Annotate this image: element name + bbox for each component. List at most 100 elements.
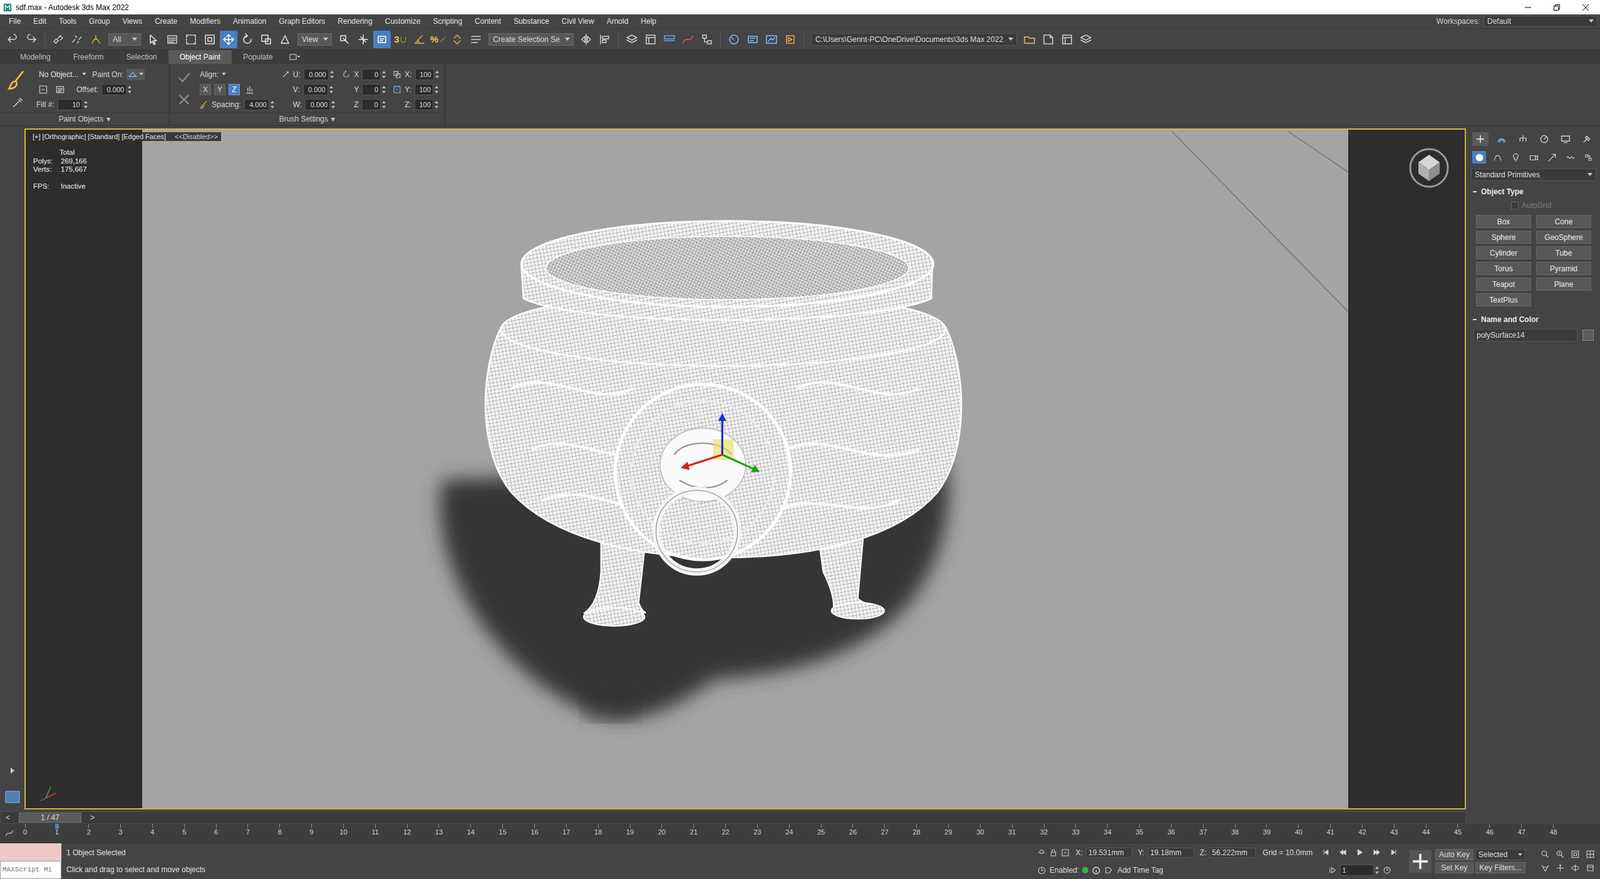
object-name-field[interactable]: polySurface14 [1473,328,1578,342]
info-icon[interactable] [1091,865,1101,875]
spacewarps-category[interactable] [1563,150,1577,164]
rendersetup-button[interactable] [743,30,762,49]
current-frame-spinner[interactable]: 1 [1340,864,1380,876]
enabled-toggle[interactable] [1082,866,1089,873]
move-button[interactable] [219,30,238,49]
rotation-axis-spinner[interactable]: 0 [361,83,387,96]
explorer-button[interactable] [1058,30,1076,49]
zoomall-button[interactable] [1552,848,1568,860]
pbplay-button[interactable] [1352,846,1367,858]
scale-button[interactable] [257,30,275,49]
align-axis-button[interactable]: Y [214,83,226,96]
cancel-button[interactable] [174,89,194,110]
menu-item[interactable]: Tools [52,16,83,26]
shapes-category[interactable] [1490,150,1505,164]
mirror-button[interactable] [577,30,595,49]
primitive-button[interactable]: Pyramid [1536,261,1592,275]
geometry-category[interactable] [1472,150,1487,164]
set-keys-button[interactable] [1409,849,1432,873]
select-button[interactable] [144,30,163,49]
primitive-button[interactable]: Cone [1536,214,1592,228]
rotation-axis-spinner[interactable]: 0 [361,68,387,81]
expand-icon[interactable] [9,766,16,775]
ribbon-button[interactable] [660,30,679,49]
pivot-button[interactable] [335,30,354,49]
undo-button[interactable] [3,30,22,49]
pbnext-button[interactable] [1369,846,1384,858]
bind-button[interactable] [87,30,105,49]
motion-tab[interactable] [1536,132,1553,146]
ribbon-tab[interactable]: Freeform [61,50,116,64]
previous-frame-button[interactable]: < [4,812,12,822]
display-tab[interactable] [1557,132,1574,146]
zoomext-button[interactable] [1567,848,1583,860]
material-button[interactable] [725,30,743,49]
primitive-button[interactable]: TextPlus [1476,293,1532,307]
percent-button[interactable]: % [429,30,448,49]
menu-item[interactable]: Substance [507,16,556,26]
paint-brush-button[interactable] [5,67,31,93]
offset-spinner[interactable]: 0.000 [101,83,133,96]
viewport-canvas[interactable] [142,129,1349,808]
paint-objects-panel-label[interactable]: Paint Objects▾ [0,112,170,126]
toolbar-dropdown[interactable]: View [297,33,332,46]
pan-button[interactable] [1552,862,1568,874]
orbit-button[interactable] [1567,862,1583,874]
project-button[interactable] [1039,30,1058,49]
set-key-button[interactable]: Set Key [1435,861,1474,873]
align-button[interactable] [596,30,614,49]
scale-axis-spinner[interactable]: 100 [415,68,440,81]
offset-axis-spinner[interactable]: 0.000 [304,98,336,111]
menu-item[interactable]: Scripting [426,16,469,26]
key-mode-dropdown[interactable]: Selected [1475,848,1526,860]
ribbon-tab[interactable]: Modeling [8,50,62,64]
key-mode-icon[interactable] [1328,865,1337,875]
maxvp-button[interactable] [1582,848,1598,860]
toolbar-dropdown[interactable]: Create Selection Se [488,33,574,46]
rotation-axis-spinner[interactable]: 0 [361,98,387,111]
menu-item[interactable]: Help [634,16,663,26]
frame-ruler[interactable]: 0123456789101112131415161718192021222324… [18,823,1560,843]
menu-item[interactable]: Views [115,16,149,26]
menu-item[interactable]: Arnold [600,16,635,26]
object-color-swatch[interactable] [1582,329,1594,341]
primitive-button[interactable]: Box [1476,214,1532,228]
caret-icon[interactable] [221,72,227,76]
create-tab[interactable] [1472,132,1489,146]
time-configuration-icon[interactable] [1382,865,1392,875]
redo-button[interactable] [22,30,41,49]
primitive-button[interactable]: Plane [1536,277,1592,291]
auto-key-button[interactable]: Auto Key [1435,848,1474,860]
coordinate-field[interactable]: 19.18mm [1147,847,1195,858]
commit-button[interactable] [174,67,194,88]
spacing-spinner[interactable]: 4.000 [244,98,275,111]
zoom-button[interactable] [1537,848,1553,860]
maxscript-listener[interactable]: MAXScript Mi [0,842,62,879]
viewport-layout-tab[interactable] [5,790,21,803]
coordinate-field[interactable]: 19.531mm [1085,847,1133,858]
schematic-button[interactable] [698,30,716,49]
coordinate-field[interactable]: 56.222mm [1209,847,1256,858]
primitive-button[interactable]: GeoSphere [1536,230,1592,244]
workspace-dropdown[interactable]: Default [1483,15,1598,27]
scale-axis-spinner[interactable]: 100 [414,83,439,96]
primitive-button[interactable]: Teapot [1476,277,1532,291]
place-button[interactable] [276,30,294,49]
layer-button[interactable] [1077,30,1095,49]
render-button[interactable] [781,30,800,49]
menu-item[interactable]: File [2,16,27,26]
project-path-dropdown[interactable]: C:\Users\Gennt-PC\OneDrive\Documents\3ds… [810,33,1017,46]
ribbon-tab[interactable]: Populate [231,50,284,64]
utilities-tab[interactable] [1578,132,1595,146]
lock-icon[interactable] [1048,847,1058,858]
ribbon-options-button[interactable] [284,50,306,64]
rect-button[interactable] [182,30,200,49]
viewport-label-menu[interactable]: [+] [Orthographic] [Standard] [Edged Fac… [29,132,222,141]
align-axis-button[interactable]: X [199,83,212,96]
menu-item[interactable]: Graph Editors [272,16,332,26]
paint-on-dropdown[interactable] [126,68,145,81]
bronze-censer-model[interactable] [142,129,1349,808]
name-and-color-rollout-header[interactable]: Name and Color [1470,312,1597,327]
menu-item[interactable]: Animation [226,16,273,26]
curve-button[interactable] [679,30,697,49]
